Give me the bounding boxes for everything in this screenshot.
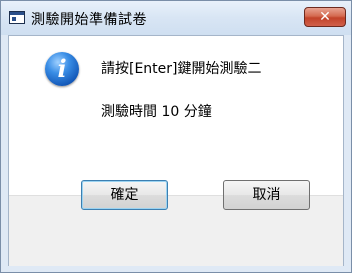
- app-window-icon: [9, 11, 25, 24]
- ok-button[interactable]: 確定: [81, 180, 168, 210]
- cancel-button[interactable]: 取消: [223, 180, 310, 210]
- close-icon: ✕: [319, 9, 331, 25]
- title-bar[interactable]: 測驗開始準備試卷 ✕: [1, 1, 351, 35]
- message-line-2: 測驗時間 10 分鐘: [101, 104, 212, 120]
- dialog-window: 測驗開始準備試卷 ✕ i 請按[Enter]鍵開始測驗二 測驗時間 10 分鐘 …: [0, 0, 352, 273]
- info-icon: i: [45, 52, 79, 86]
- close-button[interactable]: ✕: [304, 7, 346, 27]
- message-line-1: 請按[Enter]鍵開始測驗二: [101, 61, 262, 77]
- window-title: 測驗開始準備試卷: [31, 12, 147, 28]
